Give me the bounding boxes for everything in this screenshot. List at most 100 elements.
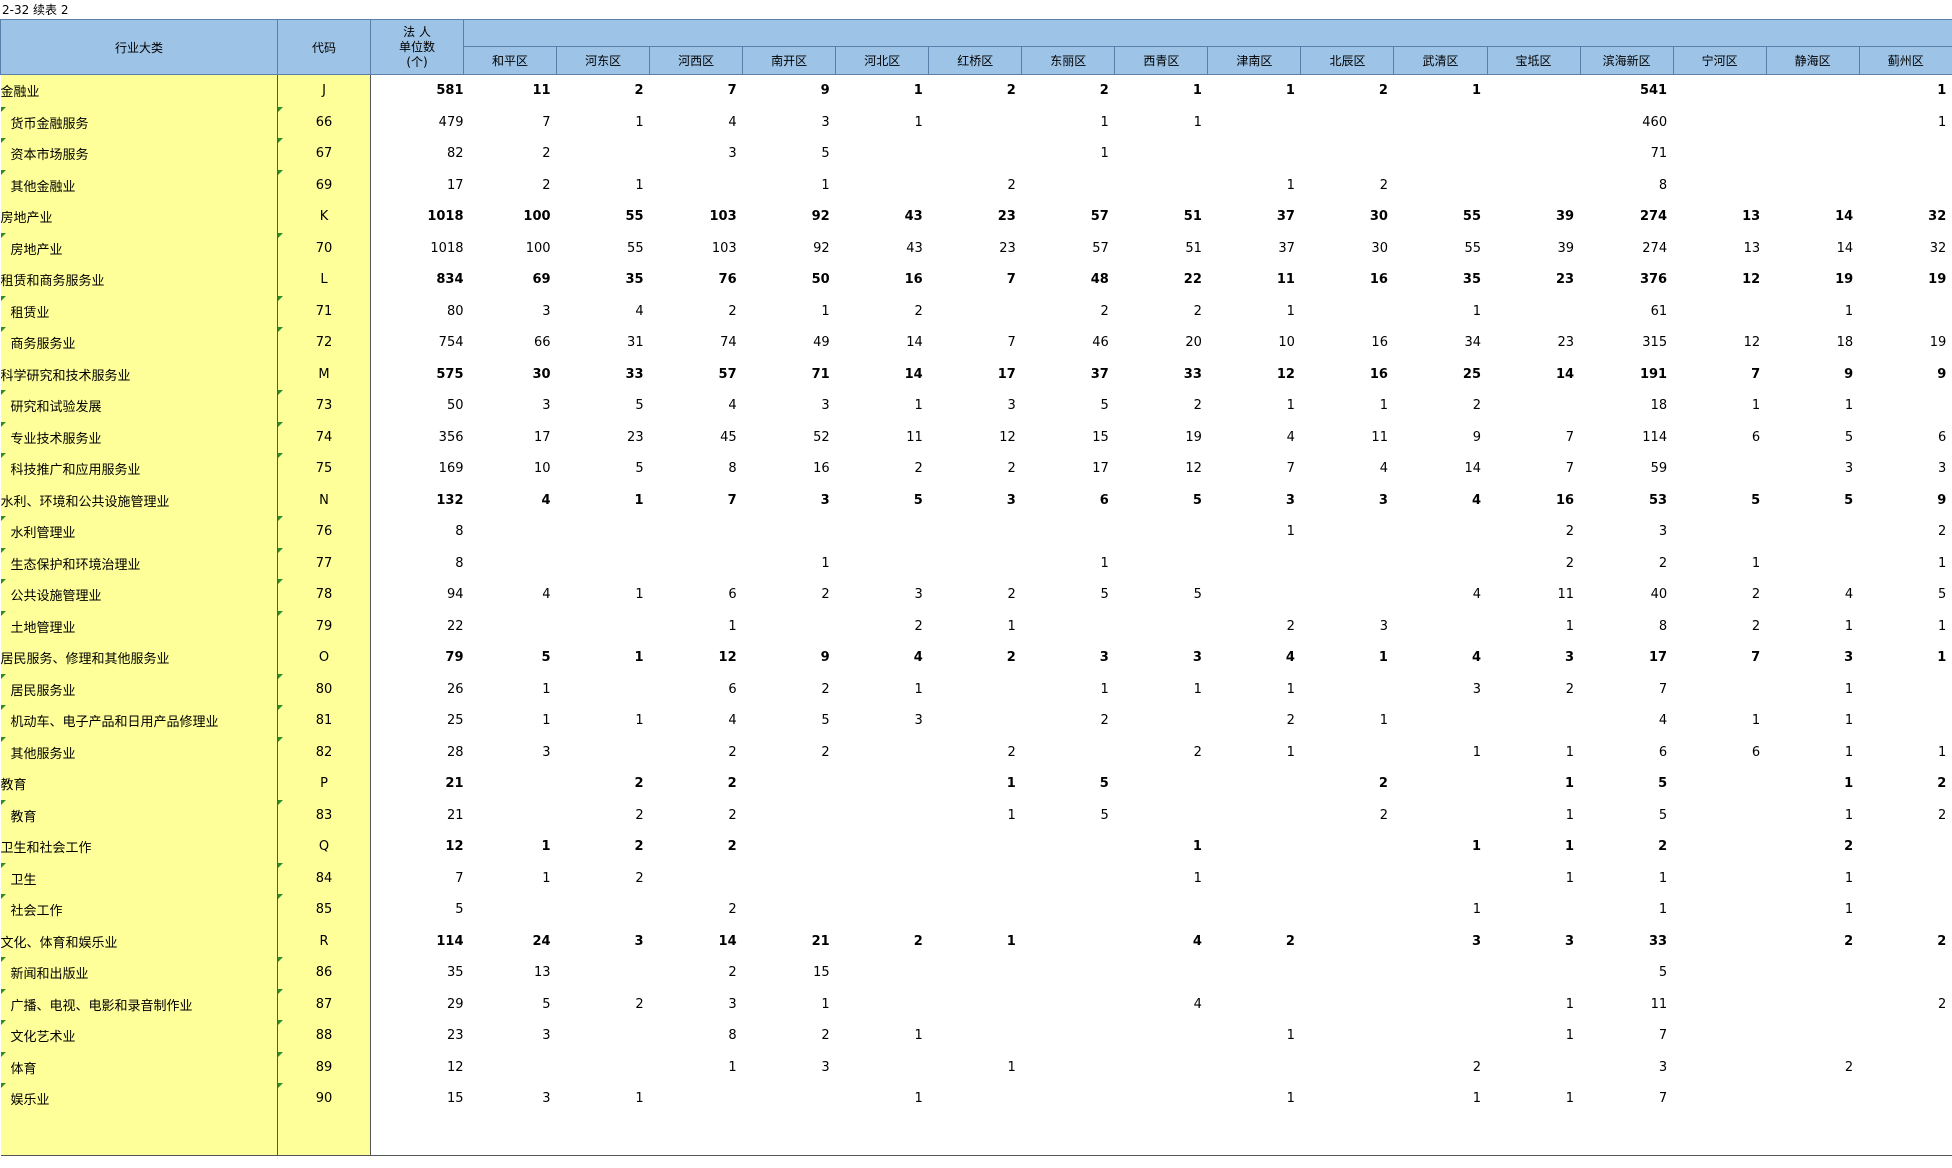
district-value-cell[interactable] — [1394, 170, 1487, 202]
district-value-cell[interactable] — [1022, 894, 1115, 926]
district-value-cell[interactable] — [1673, 831, 1766, 863]
total-units-cell[interactable]: 28 — [371, 737, 464, 769]
industry-name-cell[interactable]: 研究和试验发展 — [0, 390, 278, 422]
industry-code-cell[interactable]: L — [277, 264, 371, 296]
district-value-cell[interactable]: 11 — [1487, 579, 1580, 611]
district-value-cell[interactable]: 14 — [836, 359, 929, 391]
industry-name-cell[interactable]: 房地产业 — [0, 232, 278, 264]
total-units-cell[interactable]: 50 — [371, 390, 464, 422]
district-value-cell[interactable]: 1 — [1673, 705, 1766, 737]
district-value-cell[interactable]: 3 — [1394, 674, 1487, 706]
industry-code-cell[interactable]: 85 — [277, 894, 371, 926]
district-value-cell[interactable] — [557, 1020, 650, 1052]
district-value-cell[interactable]: 1 — [1487, 611, 1580, 643]
district-value-cell[interactable]: 2 — [1580, 831, 1673, 863]
district-value-cell[interactable]: 3 — [1859, 453, 1952, 485]
industry-name-cell[interactable]: 房地产业 — [0, 201, 278, 233]
district-value-cell[interactable]: 6 — [1859, 422, 1952, 454]
district-value-cell[interactable]: 3 — [1580, 516, 1673, 548]
district-value-cell[interactable]: 3 — [1301, 485, 1394, 517]
district-value-cell[interactable]: 3 — [743, 107, 836, 139]
industry-code-cell[interactable]: J — [277, 74, 371, 107]
district-value-cell[interactable] — [1766, 957, 1859, 989]
district-value-cell[interactable] — [1115, 1020, 1208, 1052]
district-value-cell[interactable]: 2 — [1022, 705, 1115, 737]
district-value-cell[interactable]: 1 — [1394, 831, 1487, 863]
district-value-cell[interactable]: 1 — [1301, 390, 1394, 422]
district-value-cell[interactable]: 2 — [650, 737, 743, 769]
district-value-cell[interactable]: 3 — [1766, 642, 1859, 674]
district-value-cell[interactable]: 12 — [1673, 327, 1766, 359]
district-value-cell[interactable] — [1022, 611, 1115, 643]
district-value-cell[interactable] — [743, 863, 836, 895]
district-value-cell[interactable] — [929, 705, 1022, 737]
district-value-cell[interactable]: 2 — [836, 296, 929, 328]
district-value-cell[interactable] — [1394, 548, 1487, 580]
district-value-cell[interactable] — [929, 957, 1022, 989]
district-value-cell[interactable]: 100 — [464, 201, 557, 233]
district-value-cell[interactable] — [1766, 1020, 1859, 1052]
district-value-cell[interactable]: 9 — [1859, 485, 1952, 517]
district-value-cell[interactable]: 1 — [1487, 831, 1580, 863]
district-value-cell[interactable]: 2 — [1673, 579, 1766, 611]
district-value-cell[interactable]: 13 — [1673, 201, 1766, 233]
district-value-cell[interactable] — [1115, 957, 1208, 989]
district-value-cell[interactable]: 2 — [557, 800, 650, 832]
district-value-cell[interactable]: 1 — [743, 989, 836, 1021]
district-value-cell[interactable] — [1115, 611, 1208, 643]
industry-name-cell[interactable]: 租赁和商务服务业 — [0, 264, 278, 296]
district-value-cell[interactable]: 43 — [836, 233, 929, 265]
district-value-cell[interactable]: 18 — [1580, 390, 1673, 422]
district-value-cell[interactable] — [743, 768, 836, 800]
total-units-cell[interactable]: 132 — [371, 485, 463, 517]
district-value-cell[interactable]: 1 — [743, 548, 836, 580]
district-value-cell[interactable]: 76 — [650, 264, 743, 296]
district-value-cell[interactable]: 34 — [1394, 327, 1487, 359]
industry-name-cell[interactable]: 教育 — [0, 799, 278, 831]
district-value-cell[interactable]: 12 — [1673, 264, 1766, 296]
district-value-cell[interactable]: 40 — [1580, 579, 1673, 611]
district-value-cell[interactable] — [1022, 1052, 1115, 1084]
district-value-cell[interactable] — [1301, 926, 1394, 958]
district-value-cell[interactable]: 53 — [1580, 485, 1673, 517]
district-value-cell[interactable] — [1487, 75, 1580, 107]
district-value-cell[interactable]: 16 — [1487, 485, 1580, 517]
district-value-cell[interactable]: 23 — [557, 422, 650, 454]
industry-name-cell[interactable]: 科技推广和应用服务业 — [0, 453, 278, 485]
district-value-cell[interactable] — [1301, 516, 1394, 548]
district-value-cell[interactable]: 1 — [1208, 1083, 1301, 1115]
district-value-cell[interactable]: 2 — [929, 75, 1022, 107]
district-value-cell[interactable]: 7 — [929, 264, 1022, 296]
district-value-cell[interactable]: 32 — [1859, 201, 1952, 233]
district-value-cell[interactable]: 1 — [1766, 674, 1859, 706]
district-value-cell[interactable] — [1487, 390, 1580, 422]
district-value-cell[interactable]: 1 — [557, 579, 650, 611]
industry-code-cell[interactable]: N — [277, 484, 371, 516]
district-value-cell[interactable]: 59 — [1580, 453, 1673, 485]
district-value-cell[interactable]: 37 — [1208, 233, 1301, 265]
district-value-cell[interactable]: 1 — [1022, 674, 1115, 706]
district-value-cell[interactable] — [1115, 516, 1208, 548]
district-value-cell[interactable]: 2 — [650, 894, 743, 926]
district-value-cell[interactable]: 1 — [1115, 831, 1208, 863]
district-value-cell[interactable] — [743, 831, 836, 863]
district-value-cell[interactable]: 6 — [1022, 485, 1115, 517]
district-value-cell[interactable]: 2 — [743, 737, 836, 769]
district-value-cell[interactable]: 7 — [1580, 1083, 1673, 1115]
district-value-cell[interactable]: 541 — [1580, 75, 1673, 107]
industry-code-cell[interactable]: 75 — [277, 453, 371, 485]
district-value-cell[interactable]: 3 — [650, 989, 743, 1021]
industry-name-cell[interactable]: 社会工作 — [0, 894, 278, 926]
district-value-cell[interactable]: 14 — [1394, 453, 1487, 485]
district-value-cell[interactable]: 1 — [1859, 737, 1952, 769]
district-value-cell[interactable]: 19 — [1859, 327, 1952, 359]
district-value-cell[interactable]: 2 — [929, 737, 1022, 769]
industry-name-cell[interactable]: 科学研究和技术服务业 — [0, 358, 278, 390]
district-value-cell[interactable]: 1 — [650, 611, 743, 643]
district-value-cell[interactable]: 1 — [1766, 390, 1859, 422]
total-units-cell[interactable]: 1018 — [371, 233, 463, 265]
district-value-cell[interactable]: 2 — [743, 1020, 836, 1052]
district-value-cell[interactable] — [836, 768, 929, 800]
district-value-cell[interactable] — [1394, 957, 1487, 989]
industry-name-cell[interactable]: 土地管理业 — [0, 610, 278, 642]
